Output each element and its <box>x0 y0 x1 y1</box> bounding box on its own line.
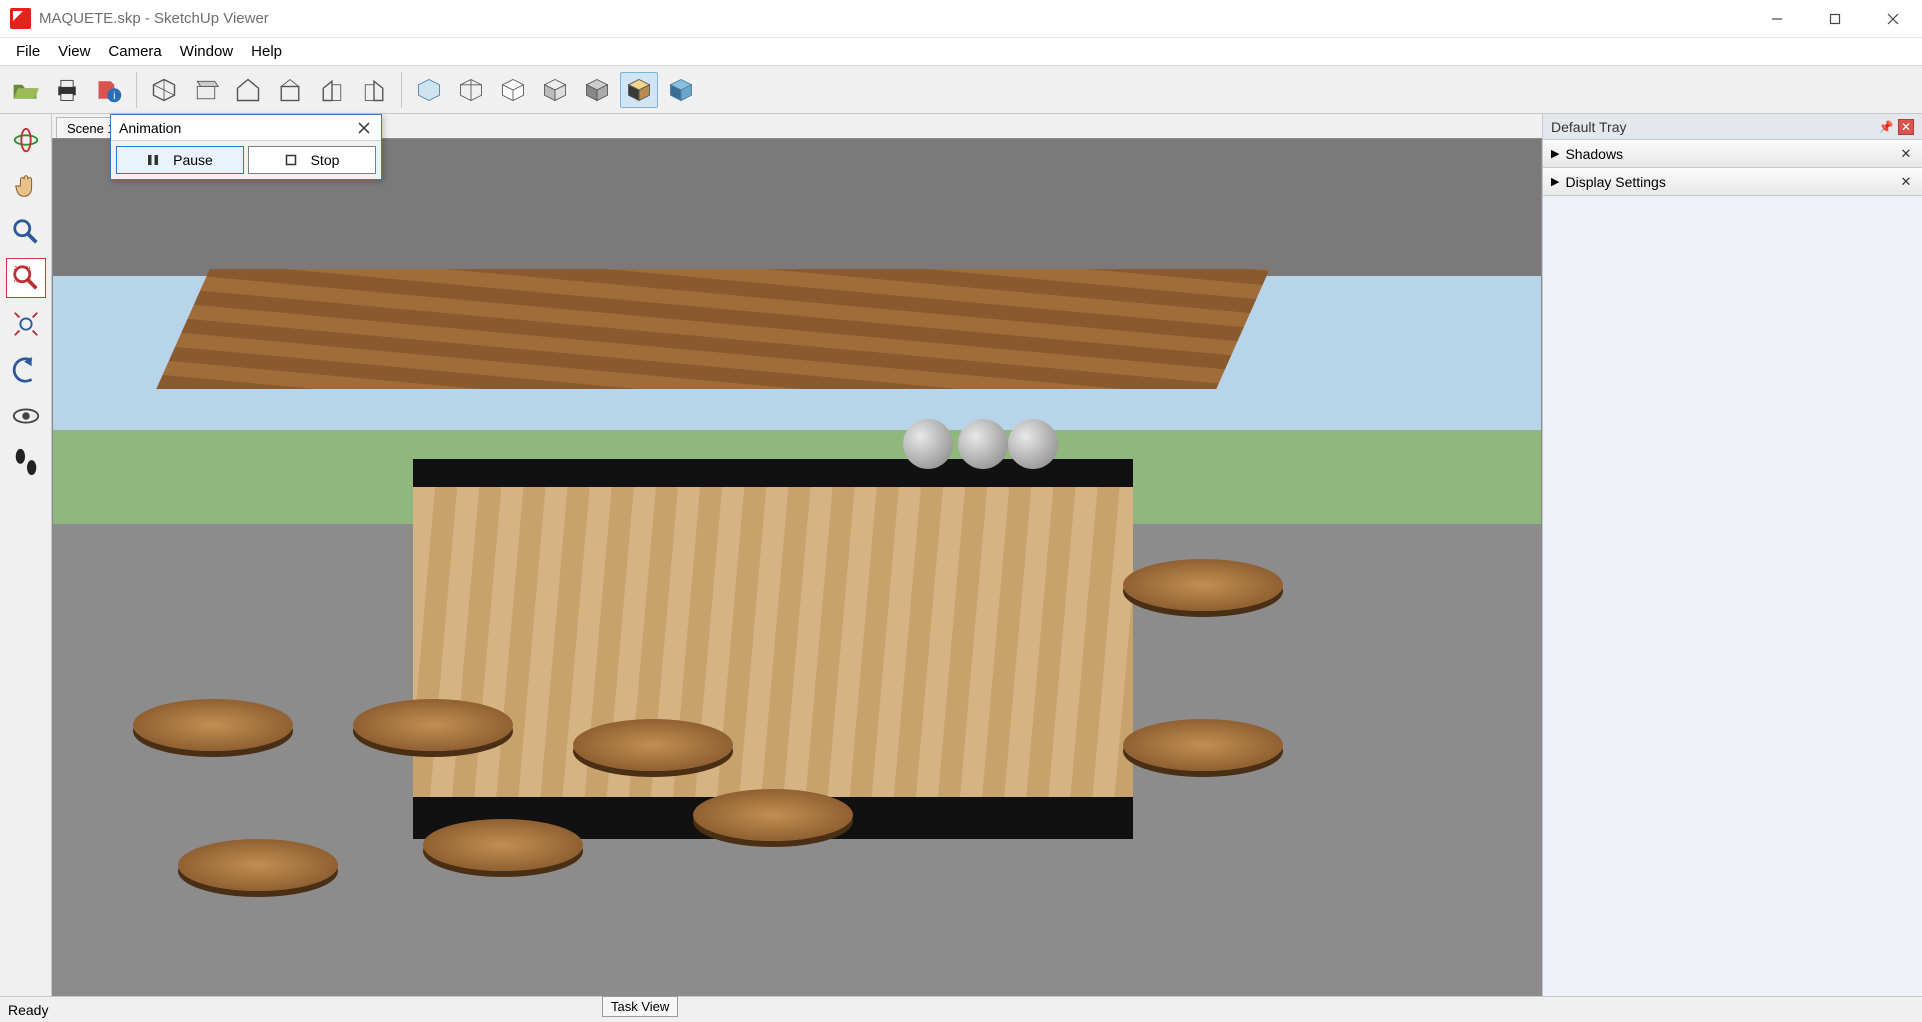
app-logo-icon <box>10 8 31 29</box>
animation-panel-body: Pause Stop <box>111 141 381 179</box>
tray-title-label: Default Tray <box>1551 119 1626 135</box>
menu-help[interactable]: Help <box>243 41 290 62</box>
center-area: Scene 1 Scene 2 Scene 3 <box>52 114 1542 996</box>
tray-pin-button[interactable]: 📌 <box>1878 119 1894 135</box>
animation-stop-label: Stop <box>311 152 340 168</box>
model-info-icon[interactable]: i <box>90 72 128 108</box>
scene-table <box>1123 719 1283 771</box>
svg-text:i: i <box>113 89 115 101</box>
animation-panel-close-button[interactable] <box>355 119 373 137</box>
tray-panel-label: Shadows <box>1565 146 1892 162</box>
zoom-extents-tool-icon[interactable] <box>6 304 46 344</box>
scene-table <box>133 699 293 751</box>
left-toolbar <box>0 114 52 996</box>
look-around-tool-icon[interactable] <box>6 396 46 436</box>
tray-panel-display-settings[interactable]: ▶ Display Settings ✕ <box>1543 168 1922 196</box>
scene-lamp <box>958 419 1008 469</box>
window-title: MAQUETE.skp - SketchUp Viewer <box>39 10 269 27</box>
scene-lamp <box>903 419 953 469</box>
animation-pause-label: Pause <box>173 152 213 168</box>
wireframe-icon[interactable] <box>452 72 490 108</box>
chevron-right-icon: ▶ <box>1551 175 1559 188</box>
scene-ceiling <box>156 269 1269 389</box>
scene-table <box>573 719 733 771</box>
scene-table <box>1123 559 1283 611</box>
scene-table <box>178 839 338 891</box>
window-close-button[interactable] <box>1864 0 1922 38</box>
shaded-textures-icon[interactable] <box>620 72 658 108</box>
pan-tool-icon[interactable] <box>6 166 46 206</box>
animation-panel-header[interactable]: Animation <box>111 115 381 141</box>
animation-stop-button[interactable]: Stop <box>248 146 376 174</box>
titlebar: MAQUETE.skp - SketchUp Viewer <box>0 0 1922 38</box>
viewport-3d[interactable] <box>52 138 1542 996</box>
main-row: Scene 1 Scene 2 Scene 3 <box>0 114 1922 996</box>
chevron-right-icon: ▶ <box>1551 147 1559 160</box>
hiddenline-icon[interactable] <box>494 72 532 108</box>
window-maximize-button[interactable] <box>1806 0 1864 38</box>
animation-panel-title: Animation <box>119 120 181 136</box>
scene-lamp <box>1008 419 1058 469</box>
menu-window[interactable]: Window <box>172 41 241 62</box>
tray-panel-close-button[interactable]: ✕ <box>1898 146 1914 162</box>
shaded-textures-alt-icon[interactable] <box>662 72 700 108</box>
previous-view-tool-icon[interactable] <box>6 350 46 390</box>
pause-icon <box>147 154 159 166</box>
shaded-icon[interactable] <box>536 72 574 108</box>
zoom-tool-icon[interactable] <box>6 212 46 252</box>
menubar: File View Camera Window Help <box>0 38 1922 66</box>
tray-titlebar[interactable]: Default Tray 📌 ✕ <box>1543 114 1922 140</box>
back-view-icon[interactable] <box>271 72 309 108</box>
xray-icon[interactable] <box>410 72 448 108</box>
animation-panel[interactable]: Animation Pause Stop <box>110 114 382 180</box>
scene-table <box>423 819 583 871</box>
print-icon[interactable] <box>48 72 86 108</box>
stop-icon <box>285 154 297 166</box>
walk-tool-icon[interactable] <box>6 442 46 482</box>
menu-camera[interactable]: Camera <box>100 41 169 62</box>
iso-view-icon[interactable] <box>145 72 183 108</box>
front-view-icon[interactable] <box>229 72 267 108</box>
animation-pause-button[interactable]: Pause <box>116 146 244 174</box>
top-toolbar: i <box>0 66 1922 114</box>
scene-counter <box>413 459 1133 829</box>
scene-table <box>353 699 513 751</box>
statusbar: Ready Task View <box>0 996 1922 1022</box>
taskview-tooltip: Task View <box>602 996 678 1017</box>
right-view-icon[interactable] <box>355 72 393 108</box>
default-tray: Default Tray 📌 ✕ ▶ Shadows ✕ ▶ Display S… <box>1542 114 1922 996</box>
orbit-tool-icon[interactable] <box>6 120 46 160</box>
zoom-window-tool-icon[interactable] <box>6 258 46 298</box>
tray-panel-close-button[interactable]: ✕ <box>1898 174 1914 190</box>
scene-content <box>53 139 1541 995</box>
tray-close-button[interactable]: ✕ <box>1898 119 1914 135</box>
status-text: Ready <box>8 1002 48 1018</box>
open-file-icon[interactable] <box>6 72 44 108</box>
menu-file[interactable]: File <box>8 41 48 62</box>
menu-view[interactable]: View <box>50 41 98 62</box>
tray-panel-label: Display Settings <box>1565 174 1892 190</box>
window-minimize-button[interactable] <box>1748 0 1806 38</box>
left-view-icon[interactable] <box>313 72 351 108</box>
monochrome-icon[interactable] <box>578 72 616 108</box>
top-view-icon[interactable] <box>187 72 225 108</box>
scene-table <box>693 789 853 841</box>
tray-panel-shadows[interactable]: ▶ Shadows ✕ <box>1543 140 1922 168</box>
